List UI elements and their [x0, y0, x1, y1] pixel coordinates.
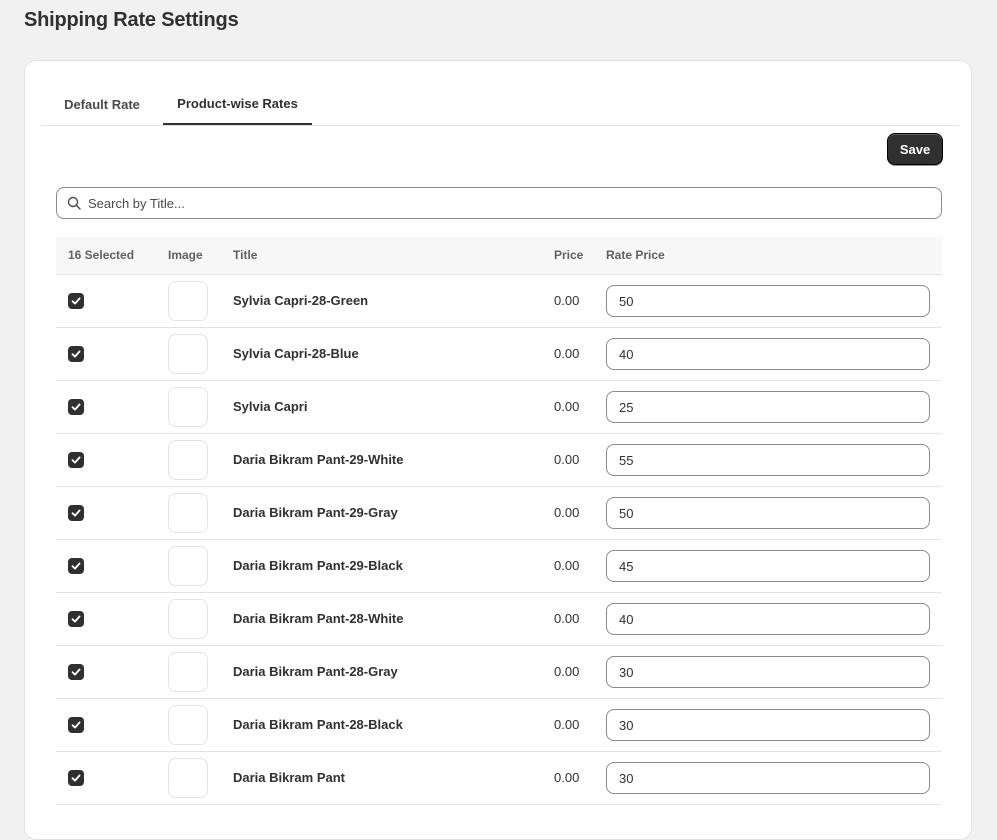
- product-image-placeholder: [168, 546, 208, 586]
- products-table: 16 Selected Image Title Price Rate Price…: [56, 237, 942, 805]
- search-input[interactable]: [88, 191, 928, 215]
- checkmark-icon: [71, 403, 81, 411]
- table-row: Daria Bikram Pant-28-White 0.00: [56, 593, 942, 646]
- image-column-header: Image: [168, 248, 203, 262]
- product-price: 0.00: [554, 558, 580, 573]
- product-title: Daria Bikram Pant-29-Gray: [233, 505, 398, 520]
- product-image-placeholder: [168, 281, 208, 321]
- rate-price-input[interactable]: [606, 656, 930, 688]
- rate-price-input[interactable]: [606, 709, 930, 741]
- checkmark-icon: [71, 350, 81, 358]
- checkmark-icon: [71, 668, 81, 676]
- table-row: Sylvia Capri 0.00: [56, 381, 942, 434]
- checkmark-icon: [71, 615, 81, 623]
- row-checkbox[interactable]: [68, 717, 84, 733]
- tab-bar: Default Rate Product-wise Rates: [41, 83, 959, 126]
- rate-price-input[interactable]: [606, 497, 930, 529]
- product-title: Sylvia Capri-28-Blue: [233, 346, 359, 361]
- table-row: Daria Bikram Pant 0.00: [56, 752, 942, 805]
- product-image-placeholder: [168, 599, 208, 639]
- product-title: Daria Bikram Pant-29-Black: [233, 558, 403, 573]
- search-icon: [67, 196, 81, 210]
- product-price: 0.00: [554, 452, 580, 467]
- product-image-placeholder: [168, 387, 208, 427]
- row-checkbox[interactable]: [68, 505, 84, 521]
- row-checkbox[interactable]: [68, 558, 84, 574]
- rate-price-input[interactable]: [606, 285, 930, 317]
- product-image-placeholder: [168, 652, 208, 692]
- rate-price-input[interactable]: [606, 603, 930, 635]
- title-column-header: Title: [233, 248, 258, 262]
- row-checkbox[interactable]: [68, 770, 84, 786]
- product-price: 0.00: [554, 293, 580, 308]
- search-field[interactable]: [56, 187, 942, 219]
- row-checkbox[interactable]: [68, 346, 84, 362]
- product-price: 0.00: [554, 717, 580, 732]
- checkmark-icon: [71, 509, 81, 517]
- product-price: 0.00: [554, 664, 580, 679]
- table-row: Sylvia Capri-28-Green 0.00: [56, 275, 942, 328]
- row-checkbox[interactable]: [68, 293, 84, 309]
- table-row: Daria Bikram Pant-29-Gray 0.00: [56, 487, 942, 540]
- checkmark-icon: [71, 297, 81, 305]
- table-body: Sylvia Capri-28-Green 0.00 Sylvia Capri-…: [56, 275, 942, 805]
- settings-card: Default Rate Product-wise Rates Save 16 …: [24, 60, 972, 840]
- row-checkbox[interactable]: [68, 452, 84, 468]
- checkmark-icon: [71, 721, 81, 729]
- table-row: Daria Bikram Pant-28-Black 0.00: [56, 699, 942, 752]
- rate-price-input[interactable]: [606, 762, 930, 794]
- product-title: Daria Bikram Pant-28-White: [233, 611, 404, 626]
- product-price: 0.00: [554, 399, 580, 414]
- product-image-placeholder: [168, 705, 208, 745]
- tab-default-rate[interactable]: Default Rate: [41, 83, 163, 125]
- product-title: Sylvia Capri-28-Green: [233, 293, 369, 308]
- product-title: Daria Bikram Pant-29-White: [233, 452, 404, 467]
- row-checkbox[interactable]: [68, 611, 84, 627]
- product-title: Sylvia Capri: [233, 399, 308, 414]
- product-image-placeholder: [168, 758, 208, 798]
- product-price: 0.00: [554, 505, 580, 520]
- table-row: Daria Bikram Pant-28-Gray 0.00: [56, 646, 942, 699]
- page-title: Shipping Rate Settings: [24, 9, 239, 31]
- table-row: Daria Bikram Pant-29-White 0.00: [56, 434, 942, 487]
- table-row: Daria Bikram Pant-29-Black 0.00: [56, 540, 942, 593]
- product-title: Daria Bikram Pant-28-Black: [233, 717, 403, 732]
- product-title: Daria Bikram Pant-28-Gray: [233, 664, 398, 679]
- rate-price-input[interactable]: [606, 338, 930, 370]
- checkmark-icon: [71, 562, 81, 570]
- table-header: 16 Selected Image Title Price Rate Price: [56, 237, 942, 275]
- rate-price-input[interactable]: [606, 444, 930, 476]
- product-title: Daria Bikram Pant: [233, 770, 345, 785]
- product-image-placeholder: [168, 334, 208, 374]
- checkmark-icon: [71, 774, 81, 782]
- save-button[interactable]: Save: [887, 133, 943, 165]
- row-checkbox[interactable]: [68, 664, 84, 680]
- selected-count: 16 Selected: [68, 248, 135, 262]
- checkmark-icon: [71, 456, 81, 464]
- product-price: 0.00: [554, 611, 580, 626]
- tab-product-wise-rates[interactable]: Product-wise Rates: [163, 83, 312, 125]
- rate-price-column-header: Rate Price: [606, 248, 665, 262]
- rate-price-input[interactable]: [606, 550, 930, 582]
- product-image-placeholder: [168, 440, 208, 480]
- product-price: 0.00: [554, 770, 580, 785]
- row-checkbox[interactable]: [68, 399, 84, 415]
- price-column-header: Price: [554, 248, 584, 262]
- rate-price-input[interactable]: [606, 391, 930, 423]
- product-price: 0.00: [554, 346, 580, 361]
- table-row: Sylvia Capri-28-Blue 0.00: [56, 328, 942, 381]
- product-image-placeholder: [168, 493, 208, 533]
